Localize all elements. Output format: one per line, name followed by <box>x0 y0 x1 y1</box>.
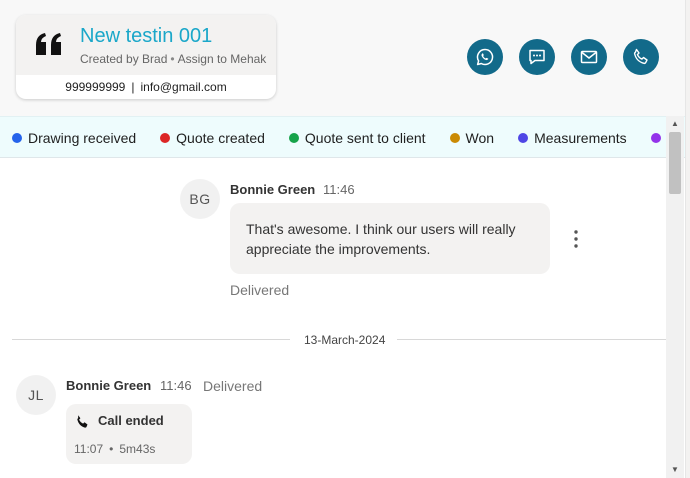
message-icon <box>529 49 545 65</box>
status-dot-icon <box>518 133 529 143</box>
message-sender: Bonnie Green <box>66 378 152 393</box>
message-thread[interactable]: BG Bonnie Green 11:46 That's awesome. I … <box>0 158 666 478</box>
message-time: 11:46 <box>160 378 192 393</box>
meta-separator: • <box>170 52 175 66</box>
date-divider: 13-March-2024 <box>304 333 386 347</box>
status-dot-icon <box>650 133 661 143</box>
status-item[interactable]: Quote sent to client <box>288 130 426 146</box>
call-time: 11:07 <box>74 442 104 456</box>
status-item[interactable]: Drawing received <box>12 130 136 146</box>
status-label: Measurements <box>534 130 627 146</box>
scrollbar-thumb[interactable] <box>669 132 681 194</box>
lead-card-top: New testin 001 Created by Brad • Assign to… <box>16 15 276 75</box>
phone-icon <box>633 48 648 65</box>
status-item[interactable]: Measurements <box>518 130 627 146</box>
call-title: Call ended <box>98 413 164 428</box>
call-meta-separator: • <box>109 442 114 456</box>
status-label: Won <box>465 130 495 146</box>
lead-email: info@gmail.com <box>140 80 227 94</box>
message-time: 11:46 <box>323 182 355 197</box>
mail-icon <box>580 50 598 64</box>
status-dot-icon <box>449 133 460 143</box>
more-options-icon[interactable] <box>571 229 581 249</box>
status-item[interactable]: Won <box>449 130 495 146</box>
assigned-to-text: Assign to Mehak <box>177 52 267 66</box>
status-dot-icon <box>12 133 22 143</box>
chat-window: New testin 001 Created by Brad • Assign to… <box>0 0 686 478</box>
message-bubble: That's awesome. I think our users will r… <box>230 203 550 274</box>
delivery-status: Delivered <box>230 282 290 298</box>
lead-contact: 999999999 | info@gmail.com <box>16 75 276 99</box>
quote-icon <box>36 33 61 55</box>
sms-button[interactable] <box>519 39 555 75</box>
contact-actions <box>467 39 659 75</box>
contact-separator: | <box>131 80 135 94</box>
lead-card: New testin 001 Created by Brad • Assign to… <box>16 15 276 99</box>
status-label: Quote created <box>176 130 265 146</box>
pipeline-status-bar: Drawing received Quote created Quote sent … <box>0 116 685 158</box>
date-divider-line-right <box>397 339 666 340</box>
call-meta: 11:07 • 5m43s <box>74 442 155 456</box>
status-item[interactable]: Quote created <box>160 130 265 146</box>
avatar: BG <box>180 179 220 219</box>
vertical-scrollbar[interactable]: ▲ ▼ <box>666 116 684 478</box>
call-button[interactable] <box>623 39 659 75</box>
lead-title: New testin 001 <box>80 25 213 47</box>
lead-header: New testin 001 Created by Brad • Assign to… <box>0 0 685 116</box>
scroll-down-arrow-icon[interactable]: ▼ <box>670 465 680 475</box>
message-text: That's awesome. I think our users will r… <box>246 221 516 257</box>
scroll-up-arrow-icon[interactable]: ▲ <box>670 119 680 129</box>
status-item[interactable] <box>650 133 667 143</box>
lead-phone: 999999999 <box>65 80 126 94</box>
call-bubble: Call ended 11:07 • 5m43s <box>66 404 192 464</box>
email-button[interactable] <box>571 39 607 75</box>
phone-icon <box>77 415 88 428</box>
delivery-status: Delivered <box>203 378 263 394</box>
status-label: Drawing received <box>28 130 137 146</box>
whatsapp-button[interactable] <box>467 39 503 75</box>
created-by-text: Created by Brad <box>80 52 168 66</box>
avatar: JL <box>16 375 56 415</box>
whatsapp-icon <box>476 48 494 66</box>
status-dot-icon <box>160 133 171 143</box>
message-sender: Bonnie Green <box>230 182 316 197</box>
status-dot-icon <box>288 133 299 143</box>
date-divider-line-left <box>12 339 290 340</box>
status-list: Drawing received Quote created Quote sent … <box>12 117 685 157</box>
call-duration: 5m43s <box>119 442 156 456</box>
status-label: Quote sent to client <box>304 130 426 146</box>
lead-meta: Created by Brad • Assign to Mehak <box>80 52 266 66</box>
